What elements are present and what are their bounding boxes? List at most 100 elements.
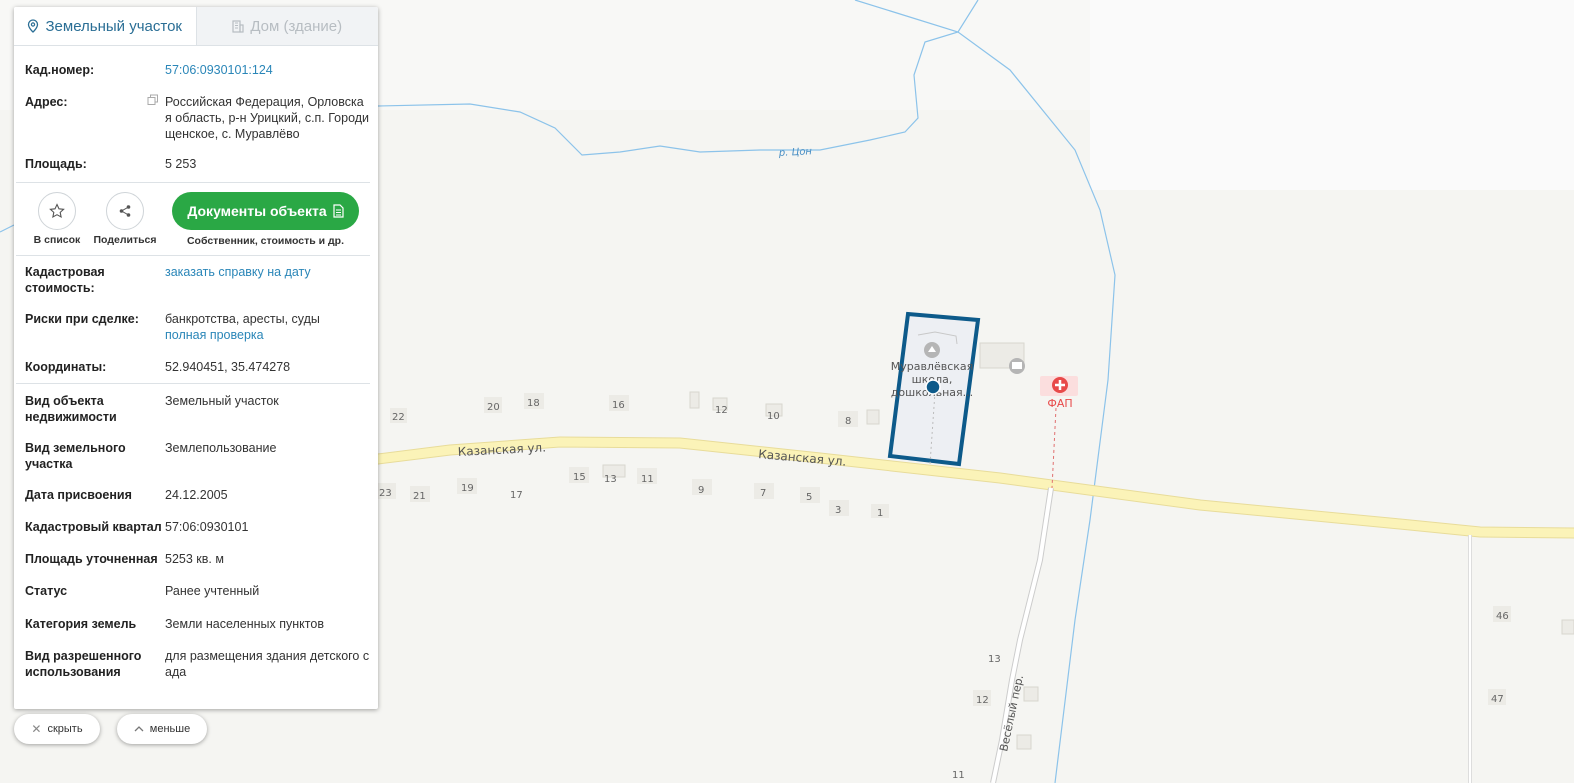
less-label: меньше xyxy=(149,723,191,735)
document-icon xyxy=(333,204,344,218)
detail-key: Дата присвоения xyxy=(25,488,132,502)
detail-row: Вид земельного участка Землепользование xyxy=(14,440,378,472)
share-icon xyxy=(119,205,131,217)
less-button[interactable]: меньше xyxy=(117,714,207,744)
house-number: 16 xyxy=(612,400,625,411)
building-icon xyxy=(232,19,244,33)
tab-building[interactable]: Дом (здание) xyxy=(195,7,378,45)
detail-value: Земельный участок xyxy=(165,394,279,408)
row-area: Площадь: 5 253 xyxy=(14,156,378,172)
tab-land-plot-label: Земельный участок xyxy=(45,17,182,35)
row-cad-cost: Кадастровая стоимость: заказать справку … xyxy=(14,264,378,296)
poi-fap-label: ФАП xyxy=(1047,397,1072,410)
detail-row: Дата присвоения 24.12.2005 xyxy=(14,487,378,503)
location-pin-icon xyxy=(28,19,39,33)
detail-value: Землепользование xyxy=(165,441,277,455)
house-number: 18 xyxy=(527,398,540,409)
house-number: 5 xyxy=(806,492,812,503)
detail-value: 24.12.2005 xyxy=(165,488,228,502)
house-number: 47 xyxy=(1491,694,1504,705)
house-number: 13 xyxy=(988,654,1001,665)
detail-value: для размещения здания детского сада xyxy=(165,649,370,679)
house-number: 11 xyxy=(952,770,965,781)
coordinates-value: 52.940451, 35.474278 xyxy=(165,360,291,374)
row-address: Адрес: Российская Федерация, Орловская о… xyxy=(14,94,378,142)
detail-key: Кадастровый квартал xyxy=(25,520,162,534)
risks-value: банкротства, аресты, суды xyxy=(165,312,320,326)
detail-key: Вид разрешенного использования xyxy=(25,649,142,679)
detail-row: Статус Ранее учтенный xyxy=(14,583,378,599)
detail-value: Земли населенных пунктов xyxy=(165,617,324,631)
detail-row: Категория земель Земли населенных пункто… xyxy=(14,616,378,632)
row-coordinates: Координаты: 52.940451, 35.474278 xyxy=(14,359,378,375)
risks-key: Риски при сделке: xyxy=(25,312,139,326)
area-key: Площадь: xyxy=(25,157,87,171)
house-number: 46 xyxy=(1496,611,1509,622)
detail-value: Ранее учтенный xyxy=(165,584,260,598)
kad-number-key: Кад.номер: xyxy=(25,63,95,77)
house-number: 7 xyxy=(760,488,766,499)
tab-building-label: Дом (здание) xyxy=(250,17,343,35)
house-number: 19 xyxy=(461,483,474,494)
house-number: 8 xyxy=(845,416,851,427)
hide-button[interactable]: ✕ скрыть xyxy=(14,714,100,744)
divider xyxy=(16,255,370,256)
detail-key: Вид объекта недвижимости xyxy=(25,394,117,424)
documents-subtitle: Собственник, стоимость и др. xyxy=(186,235,345,247)
divider xyxy=(16,383,370,384)
detail-key: Вид земельного участка xyxy=(25,441,126,471)
full-check-link[interactable]: полная проверка xyxy=(165,328,264,342)
house-number: 3 xyxy=(835,505,841,516)
copy-icon xyxy=(147,94,158,105)
address-value: Российская Федерация, Орловская область,… xyxy=(165,95,370,141)
detail-key: Статус xyxy=(25,584,68,598)
star-icon xyxy=(49,203,65,219)
documents-block: Документы объекта Собственник, стоимость… xyxy=(172,192,359,247)
detail-key: Категория земель xyxy=(25,617,137,631)
info-panel: Земельный участок Дом (здание) Кад.номер… xyxy=(14,7,378,709)
row-risks: Риски при сделке: банкротства, аресты, с… xyxy=(14,311,378,343)
panel-tabs: Земельный участок Дом (здание) xyxy=(14,7,378,46)
house-number: 15 xyxy=(573,472,586,483)
location-marker[interactable] xyxy=(925,379,941,395)
medical-cross-icon xyxy=(1052,377,1068,393)
add-to-list-button[interactable]: В список xyxy=(30,192,84,246)
area-value: 5 253 xyxy=(165,157,197,171)
detail-row: Кадастровый квартал 57:06:0930101 xyxy=(14,519,378,535)
cad-cost-key: Кадастровая стоимость: xyxy=(25,265,105,295)
documents-button[interactable]: Документы объекта xyxy=(172,192,359,230)
detail-row: Вид разрешенного использования для разме… xyxy=(14,648,378,680)
poi-school-label-1: Муравлёвская xyxy=(891,360,974,373)
school-icon xyxy=(924,342,940,358)
mail-icon xyxy=(1009,358,1025,374)
house-number: 21 xyxy=(413,491,426,502)
address-key: Адрес: xyxy=(25,95,68,109)
detail-row: Площадь уточненная 5253 кв. м xyxy=(14,551,378,567)
documents-label: Документы объекта xyxy=(187,203,327,219)
row-kad-number: Кад.номер: 57:06:0930101:124 xyxy=(14,62,378,78)
river-label: р. Цон xyxy=(778,146,813,159)
add-to-list-label: В список xyxy=(33,234,81,246)
house-number: 12 xyxy=(715,405,728,416)
share-button[interactable]: Поделиться xyxy=(94,192,157,246)
house-number: 11 xyxy=(641,474,654,485)
kad-number-link[interactable]: 57:06:0930101:124 xyxy=(165,63,273,77)
house-number: 1 xyxy=(877,508,883,519)
hide-label: скрыть xyxy=(47,723,83,735)
order-certificate-link[interactable]: заказать справку на дату xyxy=(165,265,311,279)
house-number: 9 xyxy=(698,485,704,496)
detail-row: Вид объекта недвижимости Земельный участ… xyxy=(14,393,378,425)
detail-value: 5253 кв. м xyxy=(165,552,224,566)
share-label: Поделиться xyxy=(93,234,157,246)
coordinates-key: Координаты: xyxy=(25,360,107,374)
detail-key: Площадь уточненная xyxy=(25,552,158,566)
house-number: 13 xyxy=(604,474,617,485)
copy-address-button[interactable] xyxy=(147,94,165,142)
chevron-up-icon xyxy=(134,726,144,732)
house-number: 22 xyxy=(392,412,405,423)
tab-land-plot[interactable]: Земельный участок xyxy=(14,7,196,45)
house-number: 23 xyxy=(379,488,392,499)
house-number: 20 xyxy=(487,402,500,413)
house-number: 12 xyxy=(976,695,989,706)
house-number: 10 xyxy=(767,411,780,422)
